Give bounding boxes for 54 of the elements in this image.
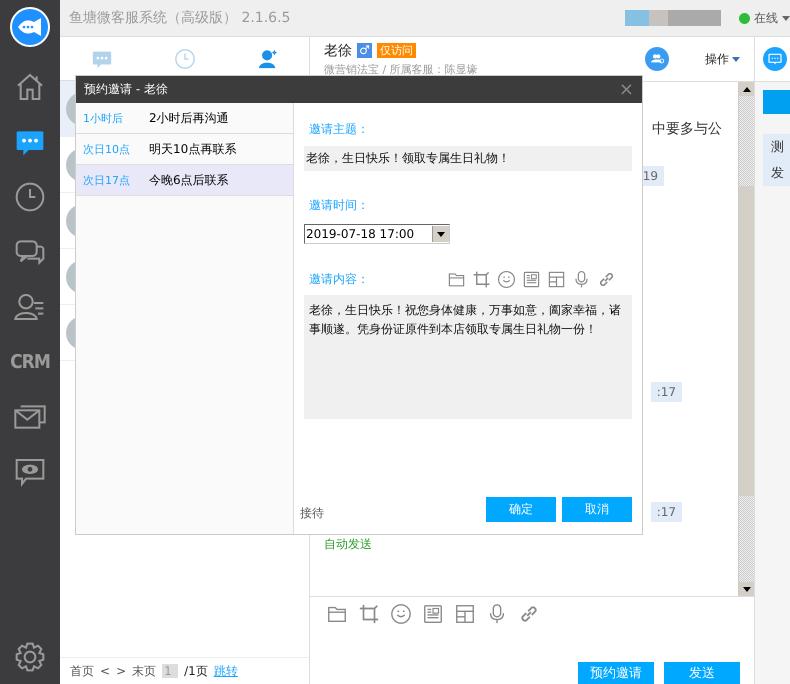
- preset-item[interactable]: 次日17点 今晚6点后联系: [76, 165, 293, 196]
- article-icon[interactable]: [422, 603, 444, 625]
- crop-icon[interactable]: [472, 270, 491, 289]
- screen-bubble-icon[interactable]: [767, 51, 783, 67]
- caret-icon[interactable]: [732, 56, 740, 62]
- message-time: :17: [650, 382, 682, 402]
- page-total: /1页: [184, 662, 208, 680]
- time-select[interactable]: 2019-07-18 17:00: [304, 224, 450, 244]
- scrollbar[interactable]: [738, 82, 754, 596]
- preset-time: 次日17点: [83, 172, 131, 188]
- link-icon[interactable]: [597, 270, 616, 289]
- preset-item[interactable]: 1小时后 2小时后再沟通: [76, 103, 293, 134]
- subject-label: 邀请主题：: [308, 121, 370, 138]
- last-page-link[interactable]: 末页: [132, 662, 156, 680]
- content-field[interactable]: 老徐，生日快乐！祝您身体健康，万事如意，阖家幸福，诸事顺遂。凭身份证原件到本店领取专属生日礼物一份！: [304, 295, 632, 419]
- contacts-tab-icon[interactable]: [256, 48, 278, 70]
- contact-name: 老徐: [324, 42, 352, 60]
- layout-icon[interactable]: [454, 603, 476, 625]
- preset-text: 今晚6点后联系: [149, 172, 229, 188]
- gender-badge: ♂: [357, 43, 372, 58]
- side-item[interactable]: 测: [771, 138, 790, 156]
- chat-message: 中要多与公: [652, 120, 722, 138]
- subject-field[interactable]: 老徐，生日快乐！领取专属生日礼物！: [304, 146, 632, 171]
- crm-nav-item[interactable]: CRM: [10, 350, 50, 372]
- preset-time: 次日10点: [83, 142, 131, 156]
- footer-text: 接待: [300, 505, 325, 522]
- first-page-link[interactable]: 首页: [70, 662, 94, 680]
- caret-icon[interactable]: [782, 16, 790, 20]
- actions-menu[interactable]: 操作: [705, 50, 729, 68]
- content-label: 邀请内容：: [308, 271, 370, 288]
- preset-text: 2小时后再沟通: [149, 110, 229, 126]
- preset-time: 1小时后: [83, 110, 124, 126]
- emoji-icon[interactable]: [497, 270, 516, 289]
- chat-button[interactable]: [763, 47, 787, 71]
- contact-subtitle: 微营销法宝 / 所属客服：陈显壕: [324, 62, 479, 76]
- preset-text: 明天10点再联系: [149, 140, 236, 158]
- article-icon[interactable]: [522, 270, 541, 289]
- clock-icon[interactable]: [14, 180, 46, 212]
- layout-icon[interactable]: [547, 270, 566, 289]
- crop-icon[interactable]: [358, 603, 380, 625]
- group-button[interactable]: [645, 47, 669, 71]
- status-menu[interactable]: 在线: [754, 10, 778, 26]
- dialog-title: 预约邀请 - 老徐: [84, 81, 169, 98]
- next-page-link[interactable]: >: [116, 664, 126, 678]
- emoji-icon[interactable]: [390, 603, 412, 625]
- message-time: :17: [650, 502, 682, 522]
- app-logo: [10, 7, 50, 47]
- settings-icon[interactable]: [14, 640, 46, 672]
- prev-page-link[interactable]: <: [100, 664, 110, 678]
- visit-badge: 仅访问: [377, 43, 416, 58]
- time-label: 邀请时间：: [308, 197, 370, 214]
- app-title: 鱼塘微客服系统（高级版） 2.1.6.5: [69, 9, 292, 27]
- side-item[interactable]: 发: [771, 164, 790, 182]
- system-message: 自动发送: [324, 536, 372, 553]
